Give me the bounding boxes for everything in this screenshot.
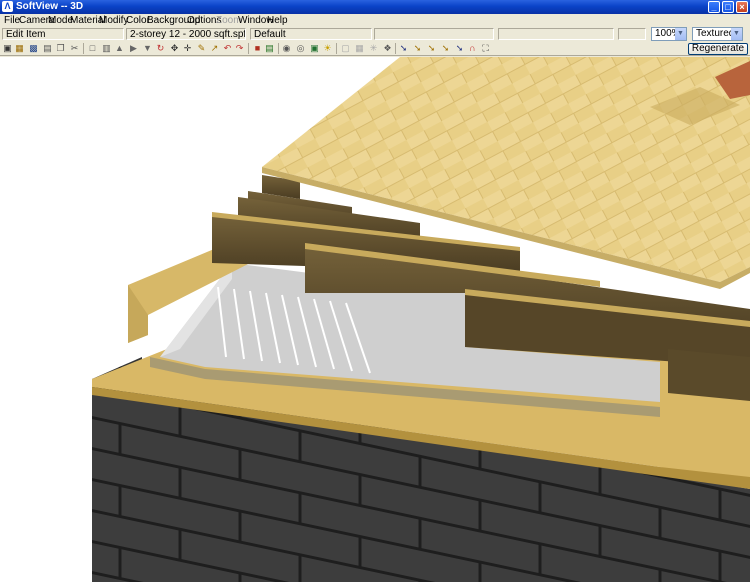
menu-file[interactable]: File: [4, 14, 20, 27]
roof-tool-icon[interactable]: ➘: [412, 43, 423, 54]
magnet-icon[interactable]: ∩: [467, 43, 478, 54]
ungroup-icon[interactable]: ◎: [295, 43, 306, 54]
maximize-button[interactable]: □: [722, 1, 734, 13]
snap-on-icon[interactable]: ❖: [382, 43, 393, 54]
layer-off-icon[interactable]: ▢: [340, 43, 351, 54]
chevron-down-icon[interactable]: ▼: [731, 28, 742, 40]
menu-bar: File Camera Mode Material Modify Color B…: [0, 14, 750, 27]
toolbar-separator: [278, 43, 279, 54]
view-side-icon[interactable]: ▶: [128, 43, 139, 54]
cut-icon[interactable]: ✂: [69, 43, 80, 54]
move-icon[interactable]: ✛: [182, 43, 193, 54]
minimize-button[interactable]: _: [708, 1, 720, 13]
zoom-window-icon[interactable]: ▣: [309, 43, 320, 54]
softview-app-icon[interactable]: Λ: [2, 1, 13, 12]
light-icon[interactable]: ☀: [322, 43, 333, 54]
scale-icon[interactable]: ↗: [209, 43, 220, 54]
mode-field: Edit Item: [2, 28, 124, 40]
toolbar-separator: [395, 43, 396, 54]
chevron-down-icon[interactable]: ▼: [675, 28, 686, 40]
regenerate-button[interactable]: Regenerate: [688, 43, 748, 55]
close-button[interactable]: ×: [736, 1, 748, 13]
toolbar-separator: [336, 43, 337, 54]
view-top-icon[interactable]: ▼: [142, 43, 153, 54]
info-bar: Edit Item 2-storey 12 - 2000 sqft.spf De…: [0, 27, 750, 41]
copy-icon[interactable]: ❐: [55, 43, 66, 54]
edit-icon[interactable]: ✎: [196, 43, 207, 54]
title-bar: Λ SoftView -- 3D _ □ ×: [0, 0, 750, 14]
snap-off-icon[interactable]: ✳: [368, 43, 379, 54]
dimension-tool-icon[interactable]: ➘: [454, 43, 465, 54]
save-icon[interactable]: ▩: [28, 43, 39, 54]
layer-field: Default: [250, 28, 372, 40]
info-field-3: [618, 28, 646, 40]
fit-window-icon[interactable]: ⛶: [480, 43, 491, 54]
group-icon[interactable]: ◉: [281, 43, 292, 54]
redo-icon[interactable]: ↷: [234, 43, 245, 54]
file-name-field: 2-storey 12 - 2000 sqft.spf: [126, 28, 246, 40]
render-mode-select[interactable]: Textured ▼: [692, 27, 743, 41]
joist: [668, 349, 750, 401]
floor-tool-icon[interactable]: ➘: [426, 43, 437, 54]
toolbar-separator: [83, 43, 84, 54]
info-field-2: [498, 28, 614, 40]
material-icon[interactable]: ■: [252, 43, 263, 54]
3d-scene[interactable]: [0, 57, 750, 582]
menu-help[interactable]: Help: [267, 14, 288, 27]
stair-tool-icon[interactable]: ➘: [440, 43, 451, 54]
menu-modify[interactable]: Modify: [99, 14, 128, 27]
grid-off-icon[interactable]: ▦: [354, 43, 365, 54]
rotate-icon[interactable]: ↻: [155, 43, 166, 54]
wall-tool-icon[interactable]: ➘: [398, 43, 409, 54]
new-icon[interactable]: ▣: [2, 43, 13, 54]
image-icon[interactable]: ▤: [264, 43, 275, 54]
info-field-1: [374, 28, 494, 40]
main-toolbar: ▣ ▦ ▩ ▤ ❐ ✂ □ ▥ ▲ ▶ ▼ ↻ ✥ ✛ ✎ ↗ ↶ ↷ ■ ▤ …: [0, 41, 750, 56]
open-icon[interactable]: ▦: [14, 43, 25, 54]
toolbar-separator: [248, 43, 249, 54]
print-icon[interactable]: ▤: [42, 43, 53, 54]
view-front-icon[interactable]: ▲: [114, 43, 125, 54]
window-title: SoftView -- 3D: [16, 1, 84, 12]
3d-viewport[interactable]: [0, 57, 750, 582]
paste-icon[interactable]: □: [87, 43, 98, 54]
pan-icon[interactable]: ✥: [169, 43, 180, 54]
select-icon[interactable]: ▥: [101, 43, 112, 54]
render-mode-value: Textured: [696, 28, 735, 39]
zoom-select[interactable]: 100% ▼: [651, 27, 687, 41]
undo-icon[interactable]: ↶: [222, 43, 233, 54]
